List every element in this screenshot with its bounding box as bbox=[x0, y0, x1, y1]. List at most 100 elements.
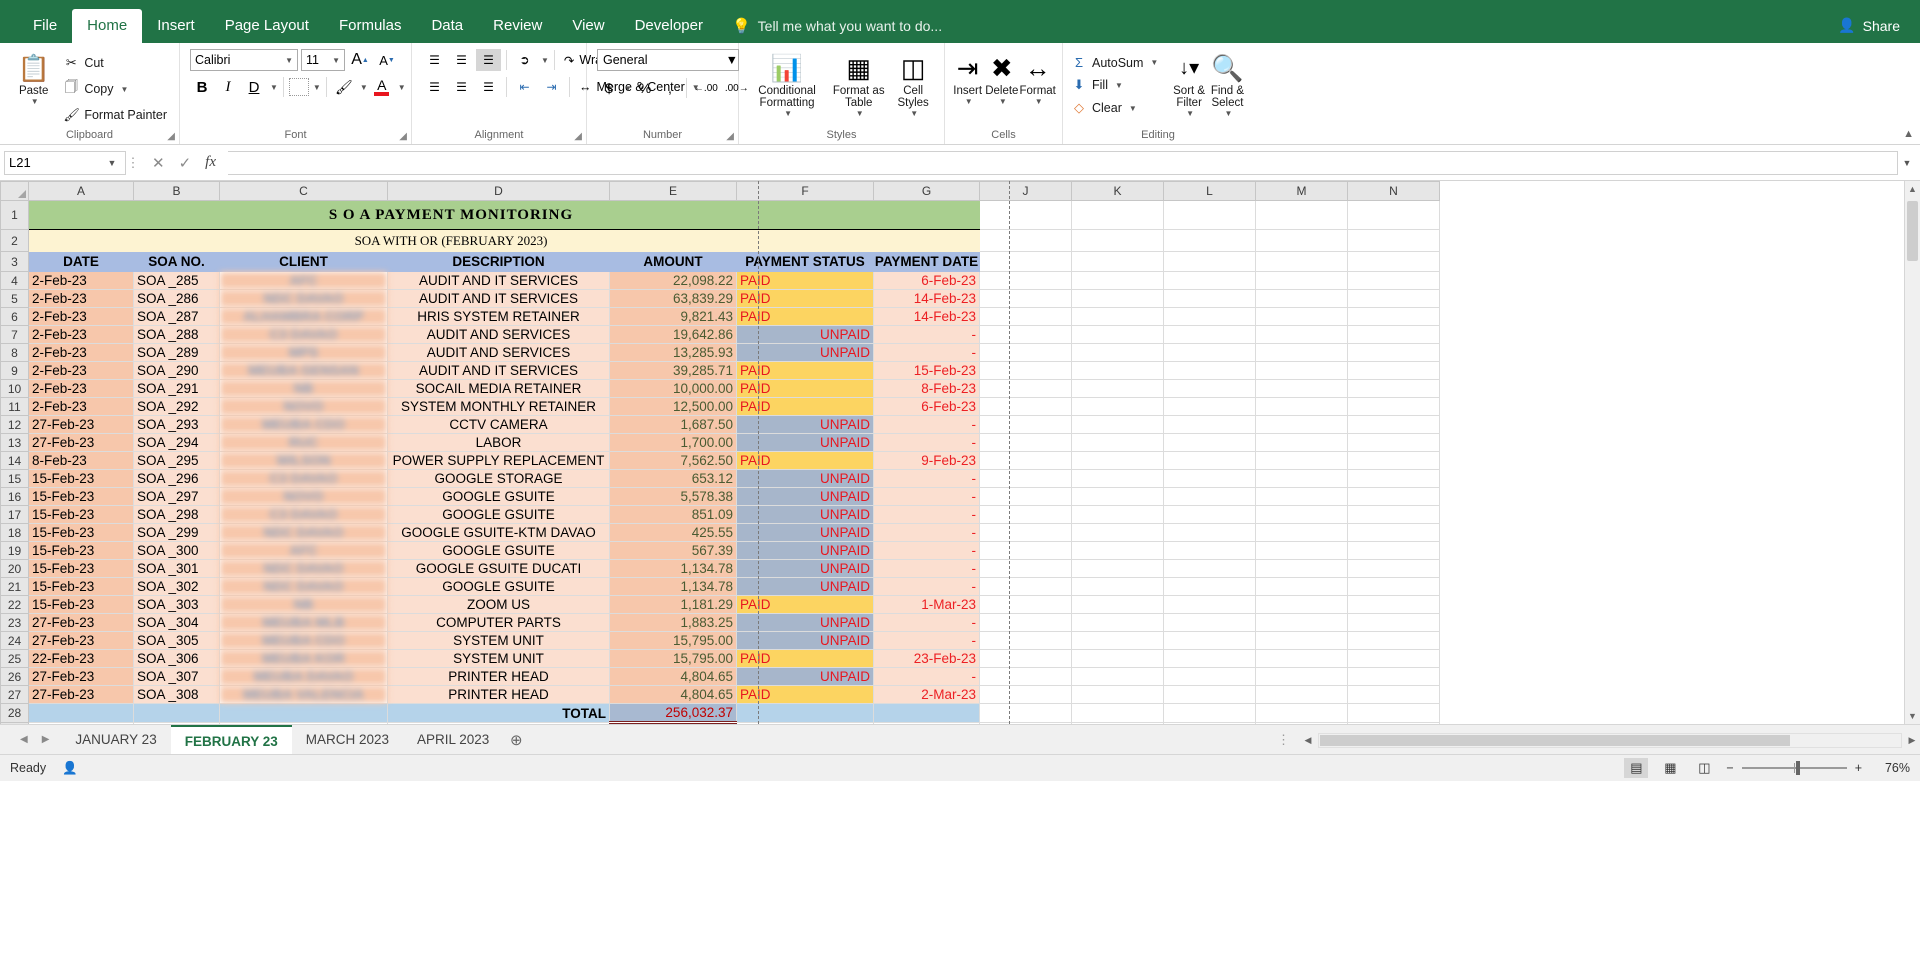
cell-M13[interactable] bbox=[1255, 433, 1348, 452]
font-color-dropdown-icon[interactable]: ▼ bbox=[398, 83, 406, 92]
cell-M17[interactable] bbox=[1255, 505, 1348, 524]
cell-N5[interactable] bbox=[1347, 289, 1440, 308]
column-title-3[interactable]: DESCRIPTION bbox=[387, 251, 610, 272]
cell-amount[interactable]: 4,804.65 bbox=[609, 685, 737, 704]
cell-soa-no[interactable]: SOA _295 bbox=[133, 451, 220, 470]
cell-date[interactable]: 27-Feb-23 bbox=[28, 685, 134, 704]
row-header-6[interactable]: 6 bbox=[0, 307, 29, 326]
cell-payment-date[interactable]: - bbox=[873, 487, 980, 506]
vertical-scrollbar[interactable]: ▲ ▼ bbox=[1904, 181, 1920, 724]
table-row[interactable]: 18 15-Feb-23 SOA _299 NDC DAVAO GOOGLE GSUIT… bbox=[0, 523, 1440, 542]
cell-J12[interactable] bbox=[979, 415, 1072, 434]
total-row[interactable]: 28 TOTAL 256,032.37 bbox=[0, 703, 1440, 724]
cell-N7[interactable] bbox=[1347, 325, 1440, 344]
cell-date[interactable]: 27-Feb-23 bbox=[28, 667, 134, 686]
cell-payment-status[interactable]: PAID bbox=[736, 649, 874, 668]
cell-client[interactable]: RUC bbox=[219, 433, 388, 452]
cell-client[interactable]: MEUBA CDO bbox=[219, 631, 388, 650]
ribbon-tab-file[interactable]: File bbox=[18, 9, 72, 43]
cell-amount[interactable]: 1,700.00 bbox=[609, 433, 737, 452]
row-header-7[interactable]: 7 bbox=[0, 325, 29, 344]
cell-J24[interactable] bbox=[979, 631, 1072, 650]
cell-K4[interactable] bbox=[1071, 271, 1164, 290]
cell-soa-no[interactable]: SOA _299 bbox=[133, 523, 220, 542]
cell-soa-no[interactable]: SOA _290 bbox=[133, 361, 220, 380]
column-header-l[interactable]: L bbox=[1163, 181, 1256, 201]
format-dropdown-icon[interactable]: ▼ bbox=[1035, 97, 1043, 106]
orientation-dropdown-icon[interactable]: ▼ bbox=[541, 56, 549, 65]
cell-M7[interactable] bbox=[1255, 325, 1348, 344]
column-title-1[interactable]: SOA NO. bbox=[133, 251, 220, 272]
cell-description[interactable]: ZOOM US bbox=[387, 595, 610, 614]
row-header-25[interactable]: 25 bbox=[0, 649, 29, 668]
cell-description[interactable]: GOOGLE GSUITE-KTM DAVAO bbox=[387, 523, 610, 542]
cell-K14[interactable] bbox=[1071, 451, 1164, 470]
table-row[interactable]: 27 27-Feb-23 SOA _308 MEUBA VALENCIA PRINTER… bbox=[0, 685, 1440, 704]
cell-description[interactable]: POWER SUPPLY REPLACEMENT bbox=[387, 451, 610, 470]
sheet-subtitle-spill[interactable] bbox=[873, 229, 980, 252]
row-header-20[interactable]: 20 bbox=[0, 559, 29, 578]
sort-filter-dropdown-icon[interactable]: ▼ bbox=[1186, 109, 1194, 118]
fill-color-dropdown-icon[interactable]: ▼ bbox=[360, 83, 368, 92]
cell-date[interactable]: 15-Feb-23 bbox=[28, 469, 134, 488]
cell-N25[interactable] bbox=[1347, 649, 1440, 668]
cell-M2[interactable] bbox=[1255, 229, 1348, 252]
cell-N20[interactable] bbox=[1347, 559, 1440, 578]
cell-payment-date[interactable]: - bbox=[873, 415, 980, 434]
cell-K7[interactable] bbox=[1071, 325, 1164, 344]
cell-client[interactable]: NOVO bbox=[219, 397, 388, 416]
ribbon-tab-page-layout[interactable]: Page Layout bbox=[210, 9, 324, 43]
table-row[interactable]: 7 2-Feb-23 SOA _288 C3 DAVAO AUDIT AND SERVI… bbox=[0, 325, 1440, 344]
cell-amount[interactable]: 12,500.00 bbox=[609, 397, 737, 416]
cell-payment-status[interactable]: PAID bbox=[736, 451, 874, 470]
cell-M25[interactable] bbox=[1255, 649, 1348, 668]
currency-dropdown-icon[interactable]: ▼ bbox=[624, 84, 632, 93]
cell-L2[interactable] bbox=[1163, 229, 1256, 252]
cell-K6[interactable] bbox=[1071, 307, 1164, 326]
cell-soa-no[interactable]: SOA _289 bbox=[133, 343, 220, 362]
cell-client[interactable]: C3 DAVAO bbox=[219, 469, 388, 488]
cell-soa-no[interactable]: SOA _297 bbox=[133, 487, 220, 506]
fill-color-button[interactable]: 🖌 bbox=[332, 76, 356, 98]
cell-payment-date[interactable]: - bbox=[873, 577, 980, 596]
cell-description[interactable]: GOOGLE STORAGE bbox=[387, 469, 610, 488]
cell-amount[interactable]: 7,562.50 bbox=[609, 451, 737, 470]
cell-L17[interactable] bbox=[1163, 505, 1256, 524]
table-row[interactable]: 24 27-Feb-23 SOA _305 MEUBA CDO SYSTEM UNIT 1… bbox=[0, 631, 1440, 650]
number-dialog-launcher[interactable]: ◢ bbox=[726, 131, 734, 142]
cell-J25[interactable] bbox=[979, 649, 1072, 668]
sheet-title-spill[interactable] bbox=[873, 200, 980, 230]
cell-J7[interactable] bbox=[979, 325, 1072, 344]
cell-payment-status[interactable]: PAID bbox=[736, 361, 874, 380]
cell-L28[interactable] bbox=[1163, 703, 1256, 723]
cell-date[interactable]: 22-Feb-23 bbox=[28, 649, 134, 668]
cell-date[interactable]: 15-Feb-23 bbox=[28, 523, 134, 542]
cell-K15[interactable] bbox=[1071, 469, 1164, 488]
cell-K8[interactable] bbox=[1071, 343, 1164, 362]
bold-button[interactable]: B bbox=[190, 76, 214, 98]
format-as-table-button[interactable]: ▦ Format as Table ▼ bbox=[829, 49, 888, 118]
cell-M24[interactable] bbox=[1255, 631, 1348, 650]
cell-N3[interactable] bbox=[1347, 251, 1440, 272]
format-cells-button[interactable]: ↔ Format ▼ bbox=[1019, 49, 1056, 106]
cell-K3[interactable] bbox=[1071, 251, 1164, 272]
conditional-formatting-button[interactable]: 📊 Conditional Formatting ▼ bbox=[745, 49, 829, 118]
cell-L6[interactable] bbox=[1163, 307, 1256, 326]
font-size-dropdown-icon[interactable]: ▼ bbox=[332, 56, 344, 65]
cell-client[interactable]: NB bbox=[219, 379, 388, 398]
cell-client[interactable]: NDC DAVAO bbox=[219, 523, 388, 542]
cell-soa-no[interactable]: SOA _291 bbox=[133, 379, 220, 398]
sheet-title[interactable]: S O A PAYMENT MONITORING bbox=[28, 200, 874, 230]
cell-J14[interactable] bbox=[979, 451, 1072, 470]
cell-N15[interactable] bbox=[1347, 469, 1440, 488]
cell-J3[interactable] bbox=[979, 251, 1072, 272]
font-size-select[interactable]: 11 ▼ bbox=[301, 49, 345, 71]
cell-J4[interactable] bbox=[979, 271, 1072, 290]
cell-date[interactable]: 15-Feb-23 bbox=[28, 559, 134, 578]
cell-date[interactable]: 27-Feb-23 bbox=[28, 631, 134, 650]
column-header-m[interactable]: M bbox=[1255, 181, 1348, 201]
cell-L16[interactable] bbox=[1163, 487, 1256, 506]
align-bottom-button[interactable]: ☰ bbox=[476, 49, 501, 71]
cell-N23[interactable] bbox=[1347, 613, 1440, 632]
cell-L27[interactable] bbox=[1163, 685, 1256, 704]
